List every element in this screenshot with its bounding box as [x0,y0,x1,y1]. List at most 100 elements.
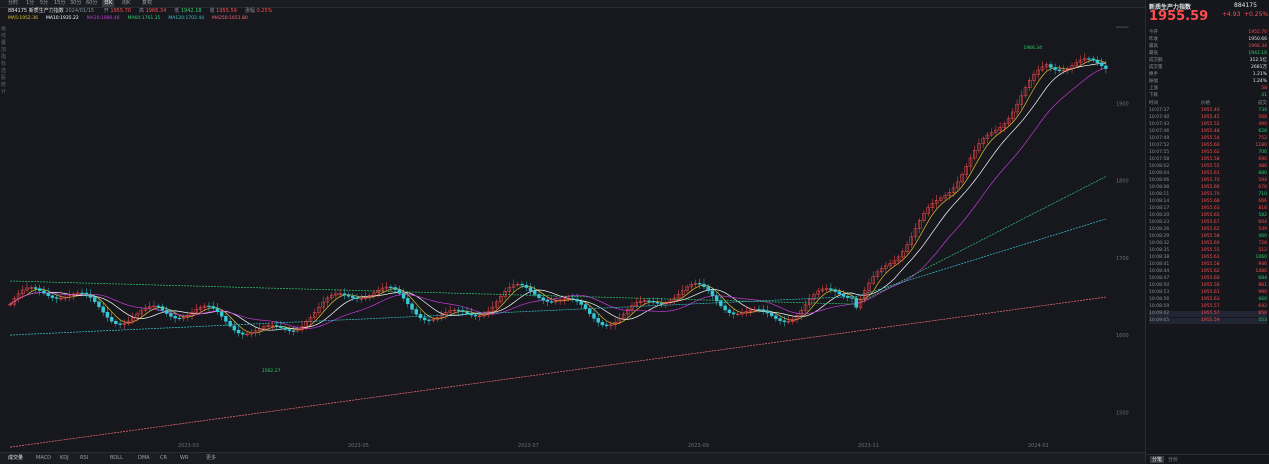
candle-body [283,327,287,330]
candle-body [1095,59,1100,64]
tick-row: 10:08:53 1955.61 990 [1149,290,1267,295]
candle-body [219,311,224,317]
mark-tool-button[interactable]: 标 [0,61,7,68]
candle-body [101,306,105,313]
tick-row: 10:08:56 1955.63 660 [1149,297,1267,302]
candle-body [177,317,182,320]
candle-body [757,309,761,311]
period-tab[interactable]: 周K [122,0,130,7]
tick-tab[interactable]: 分笔 [1150,456,1165,463]
indicator-tab-rsi[interactable]: RSI [80,455,88,462]
candle-body [778,318,782,322]
kline-chart[interactable]: 2000 1900 1800 1700 1600 1500 2023-03 2023-05 20… [8,26,1136,451]
candle-body [50,295,55,298]
add-tool-button[interactable]: 加 [0,47,7,54]
tick-row: 10:08:06 1955.70 594 [1149,178,1267,183]
candle-body [38,288,42,291]
candle-body [850,297,854,299]
candle-body [765,310,770,314]
line-tool-button[interactable]: 线 [0,33,7,40]
candle-body [414,309,418,315]
candle-body [355,297,359,299]
candle-body [829,288,833,290]
select-tool-button[interactable]: 选 [0,68,7,75]
candle-body [465,311,469,314]
candle-body [1091,58,1095,61]
period-tab[interactable]: 1分 [26,0,34,7]
y-tick-label: 1500 [1116,410,1129,416]
price-change-pct: +0.25% [1244,11,1269,18]
period-tab[interactable]: 5分 [40,0,48,7]
candle-body [702,283,706,287]
ma-legend-item: MA20:1880.48 [86,16,120,21]
stats-tool-button[interactable]: 统 [0,82,7,89]
candle-body [782,320,787,323]
period-tab[interactable]: 分时 [8,0,18,7]
price-tab[interactable]: 分价 [1168,456,1178,463]
tick-row: 10:08:38 1955.61 1060 [1149,255,1267,260]
ma-legend-item: MA250:1651.80 [212,16,248,21]
candle-body [727,309,732,313]
candle-body [723,305,727,311]
indicator-tab-cr[interactable]: CR [160,455,167,462]
ma-line-ma10 [9,62,1106,331]
candle-body [651,301,655,303]
candle-body [837,291,842,295]
stock-tool-button[interactable]: 股 [0,75,7,82]
indicator-tab-boll[interactable]: BOLL [110,455,123,462]
candle-body [236,329,241,334]
candle-body [520,283,524,286]
indicator-tab-volume[interactable]: 成交量 [8,455,23,462]
candle-body [533,290,537,295]
candle-body [232,325,237,331]
quote-stat-row: 换手 1.21% [1149,72,1267,77]
price-annotation: 1562.27 [262,368,281,374]
ma-legend-item: MA120:1702.44 [168,16,205,21]
candle-body [97,301,101,308]
y-tick-label: 1600 [1116,333,1129,339]
period-tab-active[interactable]: 日K [102,0,115,7]
candle-body [105,311,110,318]
last-price: 1955.59 [1149,9,1209,24]
indicator-tab-more[interactable]: 更多 [206,455,216,462]
period-toolbar: 分时 1分 5分 15分 30分 60分 日K 周K 复权 [0,0,1145,8]
candle-body [596,318,600,323]
candle-body [588,308,592,314]
x-tick-label: 2024-01 [1028,443,1049,449]
tick-row: 10:07:43 1955.52 490 [1149,122,1267,127]
period-tab[interactable]: 30分 [70,0,81,7]
ohlc-item: 开 1955.70 [103,8,131,14]
candle-body [33,287,38,289]
candle-body [389,286,393,289]
candle-body [46,292,50,296]
draw-tool-button[interactable]: 画 [0,26,7,33]
tick-row: 10:08:04 1955.61 880 [1149,171,1267,176]
period-tab[interactable]: 60分 [86,0,97,7]
candle-body [156,305,160,308]
candle-body [714,295,719,302]
ma-line-ma250 [10,296,1106,448]
candle-body [291,330,296,332]
candle-body [706,286,710,291]
candle-body [211,306,215,309]
candle-body [423,317,427,321]
x-tick-label: 2023-05 [348,443,369,449]
ohlc-item: 低 1942.18 [174,8,202,14]
indicator-tab-wr[interactable]: WR [180,455,188,462]
indicator-tool-button[interactable]: 指 [0,54,7,61]
left-toolbar: 画 线 叠 加 指 标 选 股 统 计 [0,26,7,452]
indicator-tab-dma[interactable]: DMA [138,455,150,462]
tick-row: 10:08:02 1955.55 486 [1149,164,1267,169]
candle-body [537,294,541,298]
overlay-tool-button[interactable]: 叠 [0,40,7,47]
candle-body [469,313,473,316]
candle-body [1057,69,1062,72]
fuquan-button[interactable]: 复权 [142,0,152,7]
candle-body [571,298,575,300]
indicator-tab-macd[interactable]: MACD [36,455,51,462]
calc-tool-button[interactable]: 计 [0,89,7,96]
indicator-tab-kdj[interactable]: KDJ [60,455,69,462]
ma-legend: MA5:1952.36 MA10:1935.22 MA20:1880.48 MA60:… [8,16,256,22]
ohlc-info-bar: 884175 新质生产力指数 2024/01/15 开 1955.70 高 196… [8,8,272,15]
period-tab[interactable]: 15分 [54,0,65,7]
